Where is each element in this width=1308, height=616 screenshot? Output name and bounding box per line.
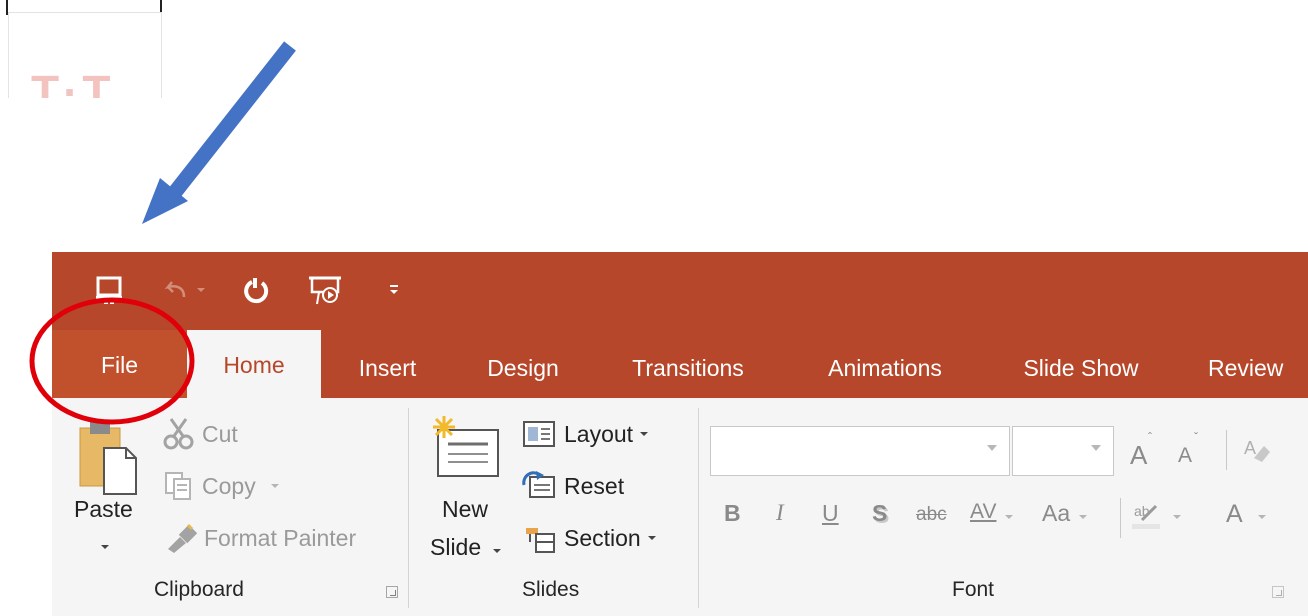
new-slide-button[interactable]: New Slide (426, 414, 512, 574)
clear-formatting-icon[interactable]: A (1242, 434, 1274, 466)
redo-icon[interactable] (238, 268, 274, 312)
layout-dropdown-icon (640, 432, 649, 436)
text-shadow-button[interactable]: S (872, 500, 887, 527)
shrink-font-label: A (1178, 444, 1193, 467)
change-case-button[interactable]: Aa (1042, 500, 1088, 540)
tab-review[interactable]: Review (1194, 338, 1308, 398)
svg-text:A: A (1244, 438, 1256, 458)
font-color-button[interactable]: A (1226, 500, 1267, 540)
scissors-icon (163, 418, 194, 450)
grow-font-button[interactable]: A ˆ (1128, 428, 1164, 472)
tab-slide-show-label: Slide Show (1023, 354, 1139, 381)
new-slide-dropdown-icon (493, 549, 501, 553)
copy-icon (165, 472, 191, 500)
new-slide-label-line2: Slide (430, 534, 482, 560)
tab-review-label: Review (1208, 354, 1284, 381)
paste-icon (79, 422, 137, 495)
group-separator (408, 408, 409, 608)
tab-file-label: File (100, 351, 139, 378)
highlight-color-button[interactable]: ab (1132, 500, 1182, 540)
paste-button[interactable]: Paste (74, 414, 144, 574)
save-icon[interactable] (92, 268, 126, 312)
paste-label: Paste (74, 496, 133, 522)
cut-button[interactable]: Cut (162, 414, 238, 454)
reset-icon (522, 471, 555, 498)
tab-transitions[interactable]: Transitions (612, 338, 764, 398)
tab-home[interactable]: Home (187, 330, 321, 400)
customize-qat-icon[interactable] (384, 268, 404, 312)
section-button[interactable]: Section (522, 518, 657, 558)
clipboard-group-label: Clipboard (154, 578, 244, 601)
new-slide-label-line1: New (442, 496, 489, 522)
tab-animations[interactable]: Animations (800, 338, 970, 398)
cut-label: Cut (202, 420, 238, 447)
copy-button[interactable]: Copy (164, 466, 280, 506)
tab-design-label: Design (487, 354, 559, 381)
clipboard-dialog-launcher-icon[interactable] (386, 586, 398, 598)
tab-slide-show[interactable]: Slide Show (1000, 338, 1162, 398)
reset-label: Reset (564, 472, 625, 499)
layout-label: Layout (564, 420, 634, 447)
format-painter-label: Format Painter (204, 524, 357, 551)
change-case-label: Aa (1042, 500, 1071, 526)
italic-button[interactable]: I (776, 500, 784, 526)
font-size-chevron-down-icon (1091, 445, 1101, 451)
paste-dropdown-icon (101, 545, 109, 549)
layout-button[interactable]: Layout (522, 414, 649, 454)
highlight-icon: ab (1132, 503, 1160, 529)
section-label: Section (564, 524, 641, 551)
copy-dropdown-icon (270, 484, 279, 488)
character-spacing-dropdown-icon (1005, 515, 1014, 519)
font-group-label: Font (952, 578, 995, 601)
highlight-dropdown-icon (1173, 515, 1181, 519)
section-dropdown-icon (647, 536, 656, 540)
font-name-chevron-down-icon (987, 445, 997, 451)
slide-thumbnail: T·T (8, 12, 162, 98)
slides-group-label: Slides (522, 578, 580, 601)
tab-insert[interactable]: Insert (340, 338, 435, 398)
undo-icon[interactable] (160, 268, 190, 312)
undo-dropdown-icon[interactable] (192, 268, 210, 312)
character-spacing-label: AV (970, 500, 997, 523)
font-divider (1226, 430, 1227, 470)
font-divider (1120, 498, 1121, 538)
reset-button[interactable]: Reset (522, 466, 624, 506)
change-case-dropdown-icon (1079, 515, 1088, 519)
strikethrough-button[interactable]: abc (916, 504, 947, 526)
bold-button[interactable]: B (724, 500, 741, 527)
font-color-label: A (1226, 500, 1243, 528)
font-dialog-launcher-icon[interactable] (1272, 586, 1284, 598)
tab-animations-label: Animations (828, 354, 942, 381)
font-size-dropdown[interactable] (1012, 426, 1114, 476)
copy-label: Copy (202, 472, 256, 499)
tab-home-label: Home (223, 351, 285, 378)
format-painter-button[interactable]: Format Painter (164, 518, 356, 558)
underline-button[interactable]: U (822, 500, 839, 527)
tab-insert-label: Insert (358, 354, 417, 381)
grow-font-caret-icon: ˆ (1148, 430, 1152, 444)
tab-file[interactable]: File (52, 330, 187, 400)
tab-design[interactable]: Design (468, 338, 578, 398)
character-spacing-button[interactable]: AV (970, 500, 1014, 540)
start-from-beginning-icon[interactable] (306, 268, 346, 312)
format-painter-icon (168, 523, 198, 553)
grow-font-label: A (1130, 440, 1148, 470)
layout-icon (523, 421, 555, 447)
tab-transitions-label: Transitions (632, 354, 744, 381)
new-slide-icon (433, 416, 499, 477)
group-separator (698, 408, 699, 608)
section-icon (526, 528, 555, 553)
thumbnail-graphic: T·T (31, 66, 115, 98)
shrink-font-button[interactable]: A ˇ (1174, 428, 1208, 472)
font-name-dropdown[interactable] (710, 426, 1010, 476)
font-color-dropdown-icon (1257, 515, 1266, 519)
shrink-font-caret-icon: ˇ (1194, 430, 1198, 444)
